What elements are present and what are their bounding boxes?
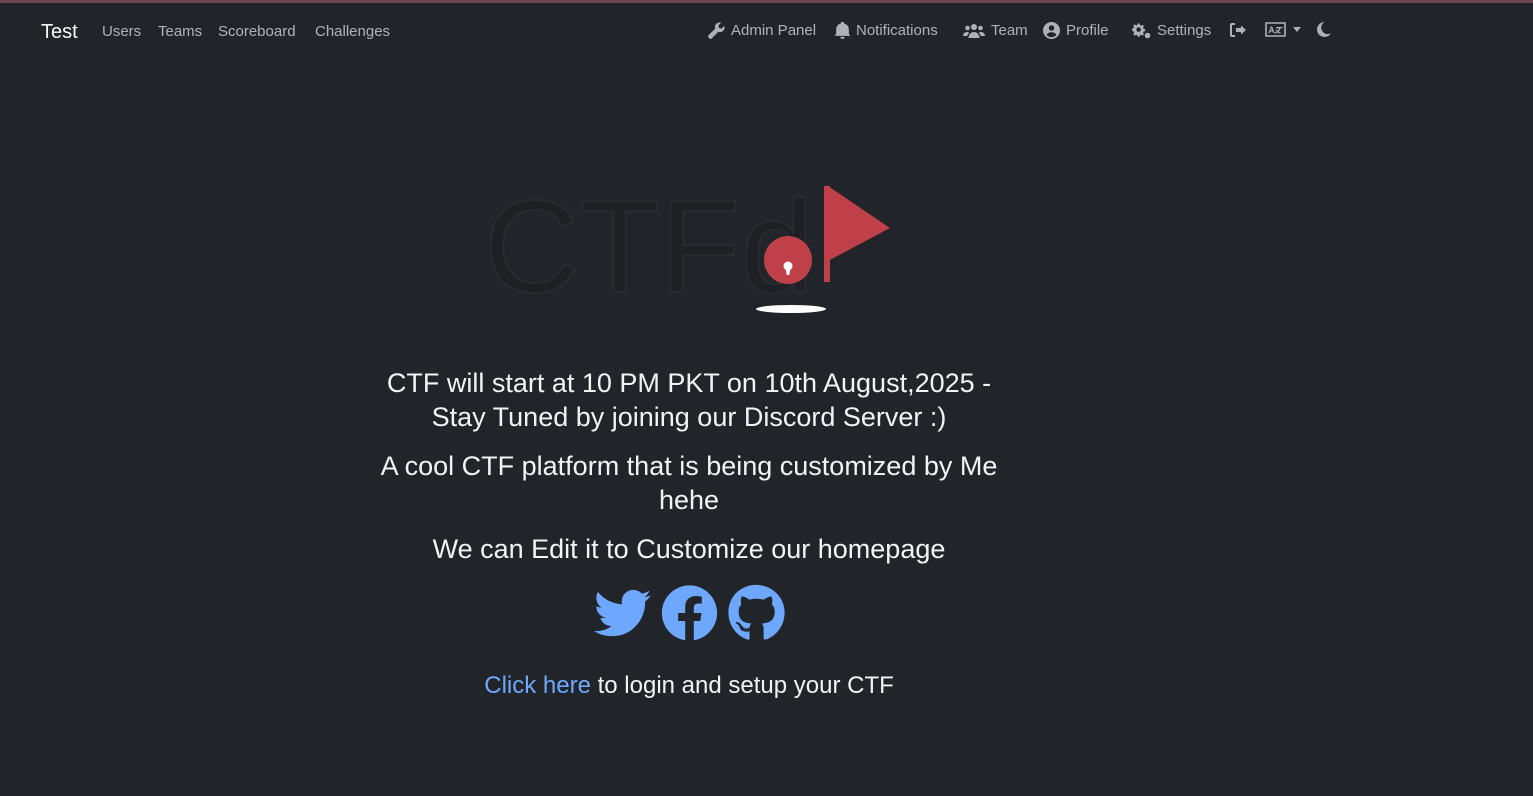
- login-text: to login and setup your CTF: [590, 672, 894, 699]
- nav-teams[interactable]: Teams: [158, 23, 202, 40]
- description-line-1: A cool CTF platform that is being custom…: [380, 451, 998, 481]
- twitter-icon[interactable]: [594, 584, 651, 642]
- notifications-label: Notifications: [856, 22, 938, 39]
- cogs-icon: [1129, 22, 1151, 39]
- announcement-line-2: Stay Tuned by joining our Discord Server…: [431, 402, 947, 432]
- logout-icon: [1229, 22, 1247, 38]
- logo-text: CTFd: [484, 182, 814, 318]
- description-line-2: hehe: [658, 485, 720, 515]
- github-icon[interactable]: [728, 584, 785, 642]
- announcement-paragraph: CTF will start at 10 PM PKT on 10th Augu…: [340, 366, 1038, 434]
- announcement-line-1: CTF will start at 10 PM PKT on 10th Augu…: [386, 368, 992, 398]
- theme-toggle[interactable]: [1317, 22, 1331, 37]
- login-prompt: Click here to login and setup your CTF: [340, 672, 1038, 700]
- chevron-down-icon: [1293, 27, 1301, 32]
- user-circle-icon: [1043, 22, 1060, 39]
- nav-profile[interactable]: Profile: [1043, 22, 1109, 39]
- social-links: [594, 584, 785, 642]
- nav-notifications[interactable]: Notifications: [835, 22, 938, 39]
- nav-scoreboard[interactable]: Scoreboard: [218, 23, 296, 40]
- customize-paragraph: We can Edit it to Customize our homepage: [432, 534, 946, 564]
- navbar: Test Users Teams Scoreboard Challenges A…: [0, 3, 1533, 59]
- nav-admin-panel[interactable]: Admin Panel: [708, 22, 816, 39]
- profile-label: Profile: [1066, 22, 1109, 39]
- wrench-icon: [708, 22, 725, 39]
- homepage-content: CTF will start at 10 PM PKT on 10th Augu…: [340, 366, 1038, 581]
- nav-logout[interactable]: [1229, 22, 1247, 38]
- moon-icon: [1317, 22, 1331, 37]
- team-label: Team: [991, 22, 1028, 39]
- ctfd-logo: CTFd: [483, 172, 894, 321]
- description-paragraph: A cool CTF platform that is being custom…: [340, 449, 1038, 517]
- bell-icon: [835, 22, 850, 39]
- users-icon: [963, 23, 985, 39]
- nav-users[interactable]: Users: [102, 23, 141, 40]
- nav-settings[interactable]: Settings: [1129, 22, 1211, 39]
- login-link[interactable]: Click here: [484, 672, 591, 699]
- language-dropdown[interactable]: [1265, 22, 1301, 37]
- brand-link[interactable]: Test: [41, 21, 78, 44]
- settings-label: Settings: [1157, 22, 1212, 39]
- nav-team[interactable]: Team: [963, 22, 1028, 39]
- nav-challenges[interactable]: Challenges: [315, 23, 390, 40]
- admin-panel-label: Admin Panel: [731, 22, 817, 39]
- language-icon: [1265, 22, 1286, 37]
- facebook-icon[interactable]: [661, 584, 718, 642]
